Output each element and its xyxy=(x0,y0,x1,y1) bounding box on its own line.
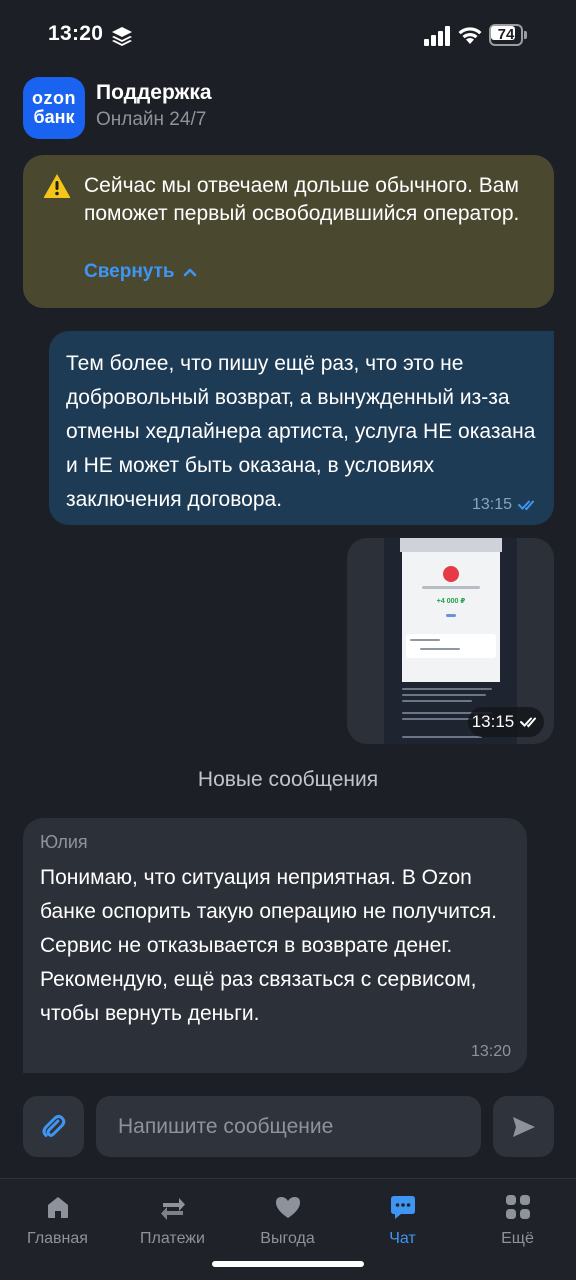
message-text: Тем более, что пишу ещё раз, что это не … xyxy=(66,352,536,511)
collapse-button[interactable]: Свернуть xyxy=(84,261,197,283)
send-icon xyxy=(512,1116,535,1137)
message-meta: 13:15 xyxy=(472,496,538,514)
send-button[interactable] xyxy=(493,1096,554,1157)
nav-item-chat[interactable]: Чат xyxy=(345,1179,460,1259)
screenshot-amount: +4 000 ₽ xyxy=(436,598,466,605)
home-icon xyxy=(47,1197,68,1218)
message-time: 13:20 xyxy=(470,1043,511,1060)
double-check-icon xyxy=(518,500,534,511)
image-meta: 13:15 xyxy=(468,707,544,737)
image-message[interactable]: +4 000 ₽ 13:15 xyxy=(347,538,554,744)
cellular-signal-icon xyxy=(424,26,450,46)
wait-time-notice: Сейчас мы отвечаем дольше обычного. Вам … xyxy=(23,155,554,308)
chevron-up-icon xyxy=(183,268,196,277)
message-author: Юлия xyxy=(40,832,88,852)
message-text: Понимаю, что ситуация неприятная. В Ozon… xyxy=(40,866,498,1025)
layers-icon xyxy=(112,27,132,46)
incoming-message[interactable]: Юлия Понимаю, что ситуация неприятная. В… xyxy=(23,818,527,1073)
battery-level: 74 xyxy=(497,26,515,43)
ozon-bank-logo: ozon банк xyxy=(23,77,85,139)
status-bar: 13:20 74 xyxy=(0,0,576,70)
heart-icon xyxy=(275,1197,300,1218)
home-indicator[interactable] xyxy=(212,1261,364,1267)
nav-label: Выгода xyxy=(260,1230,315,1247)
battery-indicator: 74 xyxy=(489,24,527,46)
new-messages-divider: Новые сообщения xyxy=(197,768,379,791)
logo-text-bank: банк xyxy=(33,107,75,127)
nav-label: Платежи xyxy=(140,1230,205,1247)
grid-icon xyxy=(505,1195,530,1219)
message-input[interactable] xyxy=(96,1096,481,1157)
chat-icon xyxy=(390,1196,415,1219)
image-time: 13:15 xyxy=(471,712,515,731)
paperclip-icon xyxy=(42,1114,65,1137)
page-title: Поддержка xyxy=(96,81,212,104)
collapse-label: Свернуть xyxy=(84,261,175,282)
outgoing-message[interactable]: Тем более, что пишу ещё раз, что это не … xyxy=(49,331,554,525)
nav-item-payments[interactable]: Платежи xyxy=(115,1179,230,1259)
attach-button[interactable] xyxy=(23,1096,84,1157)
double-check-icon xyxy=(520,717,537,728)
page-subtitle: Онлайн 24/7 xyxy=(96,109,207,130)
nav-label: Ещё xyxy=(501,1230,534,1247)
service-logo-icon xyxy=(443,566,459,582)
message-time: 13:15 xyxy=(471,496,512,513)
logo-text-ozon: ozon xyxy=(32,88,76,108)
notice-text: Сейчас мы отвечаем дольше обычного. Вам … xyxy=(84,174,520,225)
nav-label: Главная xyxy=(27,1230,88,1247)
nav-item-home[interactable]: Главная xyxy=(0,1179,115,1259)
nav-item-benefits[interactable]: Выгода xyxy=(230,1179,345,1259)
wifi-icon xyxy=(458,27,482,44)
status-time: 13:20 xyxy=(48,22,104,45)
nav-item-more[interactable]: Ещё xyxy=(460,1179,575,1259)
transfer-arrows-icon xyxy=(160,1198,185,1220)
nav-label: Чат xyxy=(389,1230,416,1247)
warning-icon xyxy=(43,174,71,198)
